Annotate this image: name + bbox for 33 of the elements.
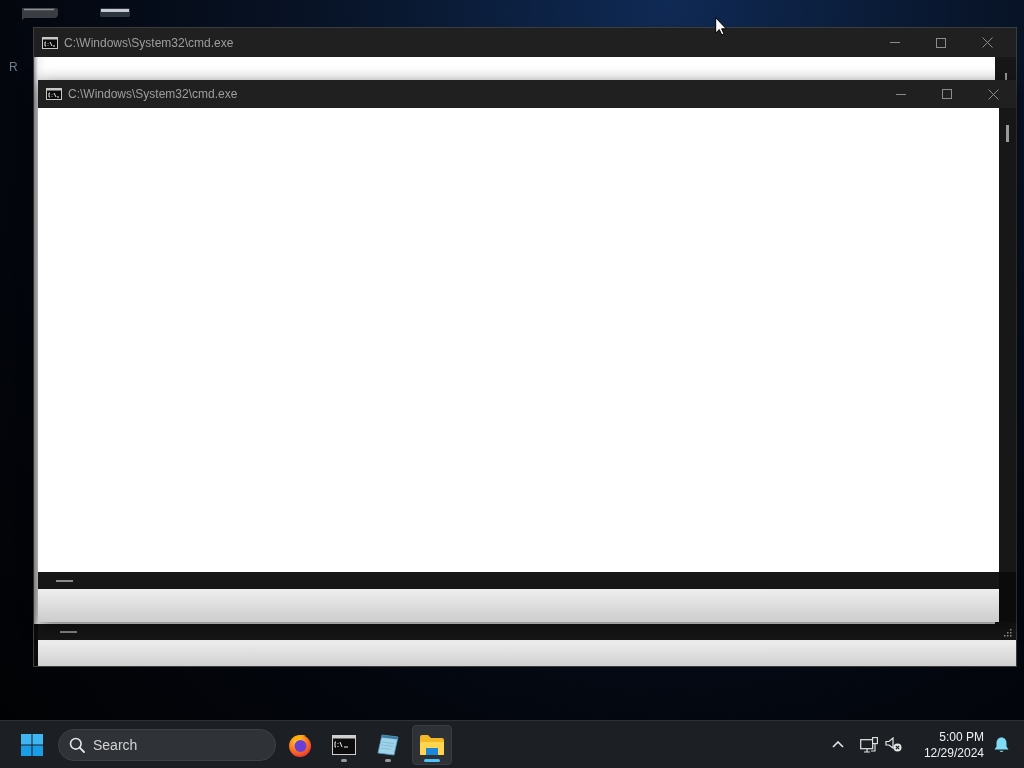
minimize-icon <box>890 42 900 43</box>
scrollbar-thumb[interactable] <box>1004 73 1007 80</box>
minimize-icon <box>896 93 906 95</box>
windows-logo-icon <box>21 733 43 756</box>
speaker-muted-icon <box>885 737 903 752</box>
bell-icon <box>993 736 1009 753</box>
close-icon <box>987 88 999 100</box>
taskbar-app-button[interactable] <box>412 724 452 765</box>
close-icon <box>981 37 993 48</box>
network-monitor-icon <box>859 736 878 753</box>
window-title: C:\Windows\System32\cmd.exe <box>68 86 238 103</box>
search-field[interactable]: Search <box>58 728 276 761</box>
maximize-icon <box>942 89 952 99</box>
folder-icon <box>419 733 445 756</box>
scrollbar-thumb[interactable] <box>60 631 77 633</box>
window-title: C:\Windows\System32\cmd.exe <box>64 34 234 52</box>
clock-time: 5:00 PM <box>939 728 984 745</box>
scrollbar-thumb[interactable] <box>56 579 73 582</box>
console-icon <box>42 36 58 49</box>
clock-date: 12/29/2024 <box>923 744 984 761</box>
console-icon <box>46 88 62 100</box>
clock-button[interactable]: 5:00 PM 12/29/2024 <box>919 724 988 765</box>
resize-grip-icon[interactable] <box>1003 627 1012 637</box>
desktop-icon-label: R <box>9 59 18 76</box>
search-icon <box>69 736 85 753</box>
chevron-up-icon <box>831 741 844 748</box>
notepad-icon <box>376 732 400 757</box>
console-icon <box>332 734 356 755</box>
desktop-shortcut-icon[interactable] <box>100 8 130 19</box>
desktop-shortcut-icon[interactable] <box>20 8 58 22</box>
maximize-icon <box>936 37 946 48</box>
scrollbar-thumb[interactable] <box>1006 125 1009 142</box>
fox-globe-icon <box>288 732 312 757</box>
